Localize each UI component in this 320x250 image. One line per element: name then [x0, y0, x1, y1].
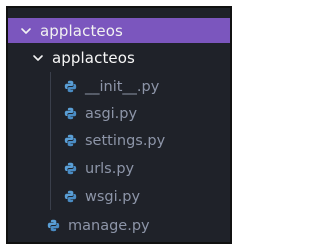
tree-folder-applacteos-root[interactable]: applacteos [8, 18, 230, 43]
chevron-down-icon[interactable] [32, 52, 44, 64]
file-label: wsgi.py [85, 188, 141, 205]
tree-file-settings[interactable]: settings.py [8, 128, 230, 153]
chevron-down-icon[interactable] [20, 25, 32, 37]
tree-file-urls[interactable]: urls.py [8, 156, 230, 181]
tree-file-asgi[interactable]: asgi.py [8, 101, 230, 126]
folder-label: applacteos [52, 48, 135, 67]
python-file-icon [64, 107, 77, 120]
tree-file-wsgi[interactable]: wsgi.py [8, 184, 230, 209]
file-label: settings.py [85, 132, 166, 149]
python-file-icon [64, 80, 77, 93]
tree-file-init[interactable]: __init__.py [8, 74, 230, 99]
folder-label: applacteos [40, 21, 123, 40]
file-explorer-panel: applacteos applacteos __init__.py asgi.p… [6, 6, 232, 244]
tree-file-manage[interactable]: manage.py [8, 213, 230, 238]
file-label: asgi.py [85, 105, 138, 122]
python-file-icon [47, 219, 60, 232]
python-file-icon [64, 190, 77, 203]
file-label: __init__.py [85, 78, 160, 95]
file-label: manage.py [68, 217, 150, 234]
tree-folder-applacteos-package[interactable]: applacteos [8, 45, 230, 70]
python-file-icon [64, 134, 77, 147]
python-file-icon [64, 162, 77, 175]
file-label: urls.py [85, 160, 135, 177]
